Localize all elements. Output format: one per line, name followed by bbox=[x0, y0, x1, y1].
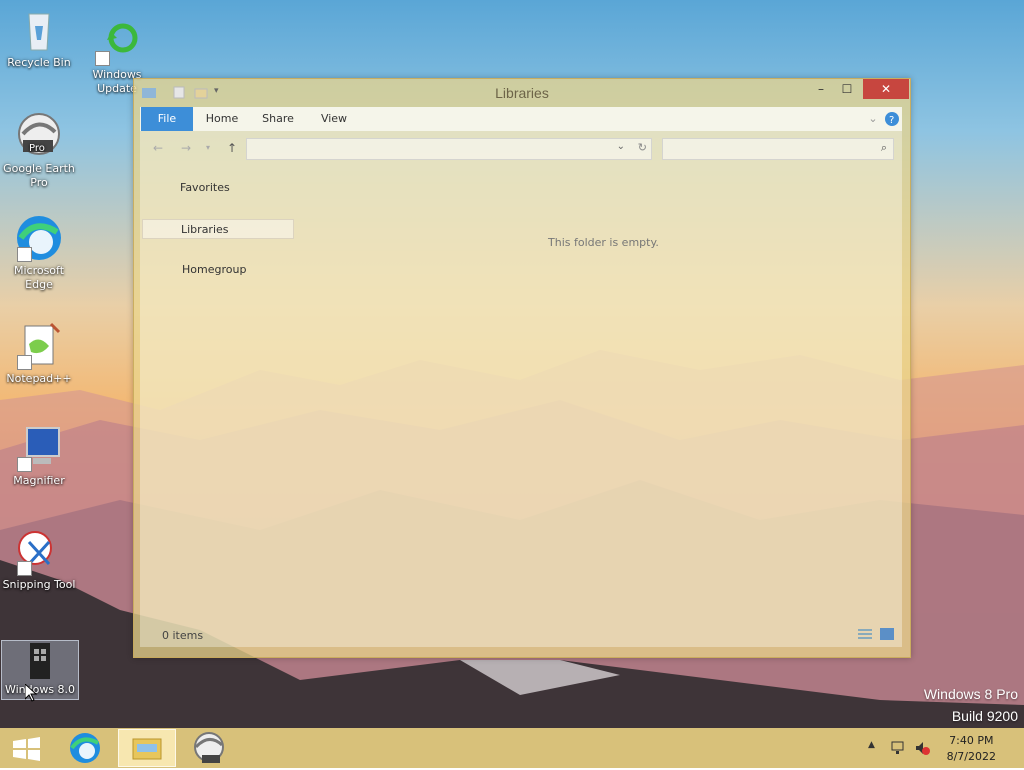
shortcut-arrow-icon bbox=[17, 247, 32, 262]
close-button[interactable]: ✕ bbox=[863, 79, 909, 99]
windows-8-icon bbox=[16, 641, 64, 681]
ribbon-tabs: File Home Share View ⌄ ? bbox=[140, 107, 902, 131]
large-icons-view-icon[interactable] bbox=[880, 628, 894, 643]
snipping-tool-icon bbox=[15, 528, 63, 576]
edge-icon bbox=[70, 733, 100, 763]
tab-file[interactable]: File bbox=[141, 107, 193, 131]
shortcut-arrow-icon bbox=[17, 355, 32, 370]
notepadpp-icon bbox=[15, 322, 63, 370]
google-earth-icon: Pro bbox=[15, 112, 63, 160]
pro-badge: Pro bbox=[29, 143, 45, 154]
tab-home[interactable]: Home bbox=[202, 107, 242, 131]
item-count: 0 items bbox=[162, 629, 204, 642]
refresh-icon[interactable]: ↻ bbox=[638, 141, 647, 154]
empty-folder-message: This folder is empty. bbox=[548, 236, 659, 249]
nav-favorites[interactable]: Favorites bbox=[180, 181, 230, 194]
desktop-icon-recycle-bin[interactable]: Recycle Bin bbox=[0, 6, 78, 70]
tab-view[interactable]: View bbox=[314, 107, 354, 131]
tab-share[interactable]: Share bbox=[258, 107, 298, 131]
up-button[interactable]: ↑ bbox=[224, 140, 240, 156]
clock-time: 7:40 PM bbox=[949, 734, 994, 747]
show-hidden-icons-button[interactable]: ▲ bbox=[868, 740, 875, 750]
taskbar: ▲ 7:40 PM 8/7/2022 bbox=[0, 728, 1024, 768]
search-input[interactable]: ⌕ bbox=[662, 138, 894, 160]
desktop-icon-magnifier[interactable]: Magnifier bbox=[0, 424, 78, 488]
explorer-content: ← → ▾ ↑ ⌄ ↻ ⌕ Favorites Libraries Homegr… bbox=[140, 131, 902, 647]
taskbar-google-earth[interactable] bbox=[180, 729, 238, 767]
address-row: ← → ▾ ↑ ⌄ ↻ ⌕ bbox=[140, 131, 902, 163]
title-bar[interactable]: ▾ Libraries – ☐ ✕ bbox=[134, 79, 910, 107]
network-icon[interactable] bbox=[890, 740, 906, 756]
start-icon bbox=[13, 737, 40, 761]
shortcut-arrow-icon bbox=[17, 561, 32, 576]
desktop-icon-label: Windows 8.0 bbox=[4, 683, 76, 696]
desktop-icon-windows-8[interactable]: Windows 8.0 bbox=[1, 640, 79, 700]
desktop-icon-snipping-tool[interactable]: Snipping Tool bbox=[0, 528, 78, 592]
desktop-icon-notepadpp[interactable]: Notepad++ bbox=[0, 322, 78, 386]
recycle-bin-icon bbox=[15, 6, 63, 54]
taskbar-file-explorer[interactable] bbox=[118, 729, 176, 767]
desktop-icon-google-earth-pro[interactable]: Pro Google Earth Pro bbox=[0, 112, 78, 190]
recent-locations-icon[interactable]: ▾ bbox=[200, 140, 216, 156]
desktop-icon-label: Recycle Bin bbox=[7, 56, 71, 69]
build-watermark: Build 9200 bbox=[951, 708, 1018, 724]
status-bar: 0 items bbox=[140, 625, 902, 647]
file-explorer-icon bbox=[132, 738, 162, 760]
search-icon[interactable]: ⌕ bbox=[881, 141, 887, 155]
taskbar-edge[interactable] bbox=[56, 729, 114, 767]
windows-update-icon bbox=[93, 18, 141, 66]
svg-text:?: ? bbox=[889, 115, 894, 126]
desktop-icon-label: Microsoft Edge bbox=[13, 264, 65, 291]
window-title: Libraries bbox=[495, 85, 549, 101]
shortcut-arrow-icon bbox=[95, 51, 110, 66]
desktop-icon-label: Notepad++ bbox=[6, 372, 72, 385]
explorer-window: ▾ Libraries – ☐ ✕ File Home Share View ⌄… bbox=[133, 78, 911, 658]
desktop-icon-label: Google Earth Pro bbox=[3, 162, 75, 189]
clock-date: 8/7/2022 bbox=[946, 750, 996, 763]
volume-muted-icon[interactable] bbox=[914, 740, 930, 756]
system-clock[interactable]: 7:40 PM 8/7/2022 bbox=[947, 733, 996, 765]
nav-homegroup[interactable]: Homegroup bbox=[182, 263, 246, 276]
desktop-icon-label: Snipping Tool bbox=[2, 578, 76, 591]
start-button[interactable] bbox=[0, 729, 58, 767]
address-dropdown-icon[interactable]: ⌄ bbox=[617, 141, 625, 152]
forward-button[interactable]: → bbox=[178, 140, 194, 156]
nav-libraries-label: Libraries bbox=[181, 223, 229, 236]
address-bar[interactable]: ⌄ ↻ bbox=[246, 138, 652, 160]
nav-libraries[interactable]: Libraries bbox=[142, 219, 294, 239]
edition-watermark: Windows 8 Pro bbox=[923, 686, 1018, 702]
minimize-button[interactable]: – bbox=[808, 79, 834, 99]
shortcut-arrow-icon bbox=[17, 457, 32, 472]
help-icon[interactable]: ? bbox=[884, 107, 900, 131]
details-view-icon[interactable] bbox=[858, 628, 872, 643]
desktop-icon-microsoft-edge[interactable]: Microsoft Edge bbox=[0, 214, 78, 292]
magnifier-icon bbox=[15, 424, 63, 472]
back-button[interactable]: ← bbox=[150, 140, 166, 156]
desktop-icon-label: Magnifier bbox=[13, 474, 65, 487]
mouse-cursor-icon bbox=[25, 684, 37, 702]
desktop: Recycle Bin Windows Update Pro Google Ea… bbox=[0, 0, 1024, 728]
maximize-button[interactable]: ☐ bbox=[834, 79, 860, 99]
edge-icon bbox=[15, 214, 63, 262]
expand-ribbon-icon[interactable]: ⌄ bbox=[866, 107, 880, 131]
google-earth-icon bbox=[194, 732, 224, 763]
